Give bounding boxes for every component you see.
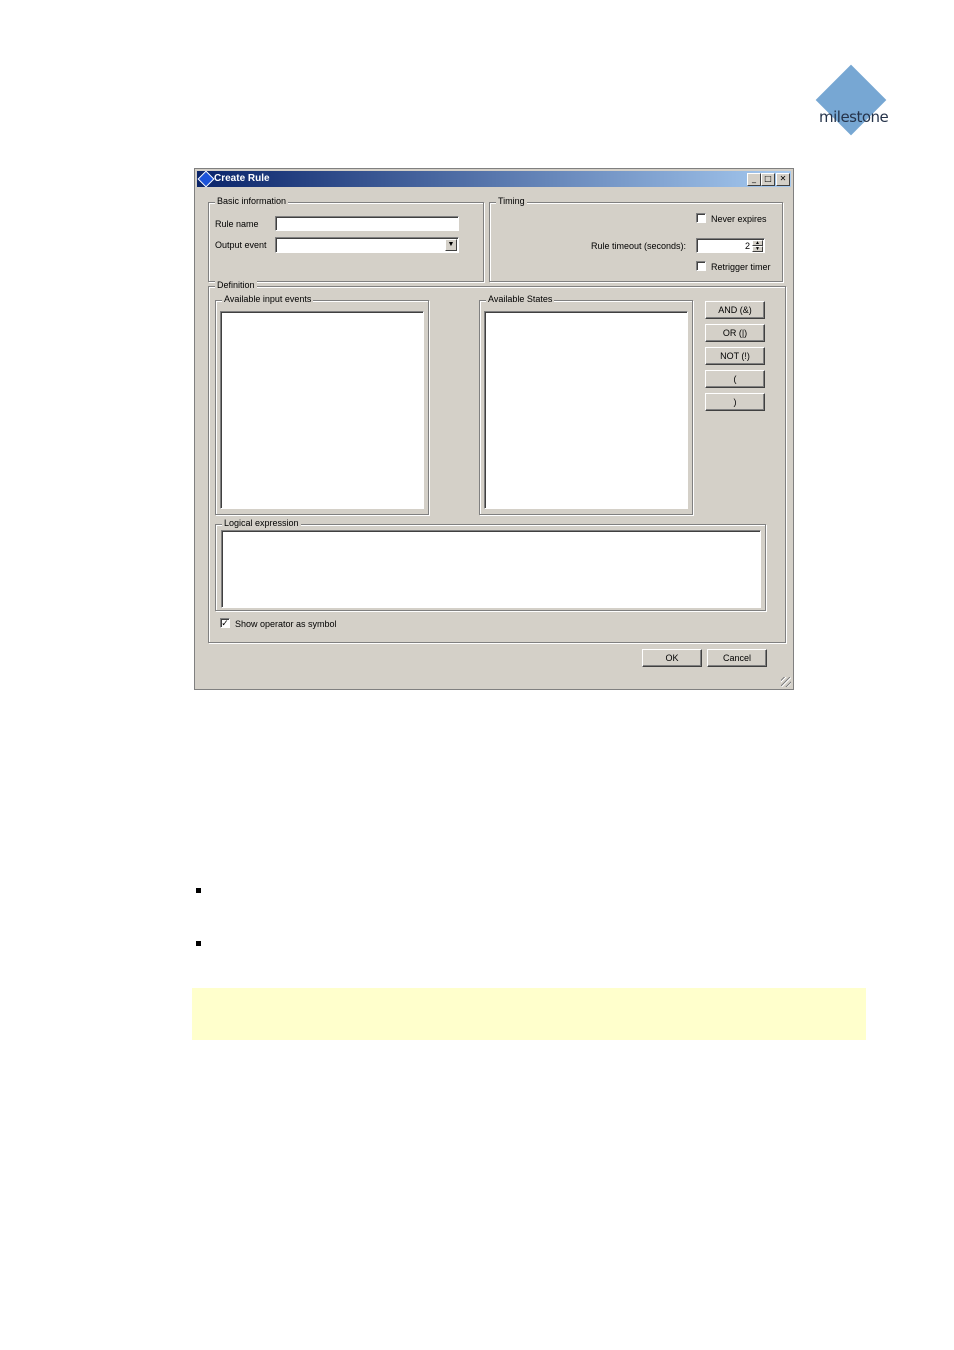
show-operator-checkbox[interactable]: ✓	[220, 618, 230, 628]
rule-timeout-value: 2	[744, 241, 750, 251]
logo-text: milestone	[819, 108, 889, 126]
logical-expression-legend: Logical expression	[222, 518, 301, 528]
logical-expression-box[interactable]	[221, 530, 761, 608]
cancel-button[interactable]: Cancel	[707, 649, 767, 667]
available-states-legend: Available States	[486, 294, 555, 304]
available-states-list[interactable]	[484, 311, 688, 509]
ok-button[interactable]: OK	[642, 649, 702, 667]
basic-information-legend: Basic information	[215, 196, 289, 206]
rule-name-label: Rule name	[215, 219, 259, 229]
output-event-label: Output event	[215, 240, 267, 250]
rule-name-input[interactable]	[275, 216, 459, 231]
output-event-select[interactable]: ▼	[275, 237, 459, 253]
available-input-events-legend: Available input events	[222, 294, 314, 304]
timing-legend: Timing	[496, 196, 527, 206]
or-operator-button[interactable]: OR (|)	[705, 324, 765, 342]
dialog-titlebar[interactable]: Create Rule _ □ ✕	[197, 170, 791, 188]
bullet-marker-2	[196, 941, 201, 946]
rule-timeout-label: Rule timeout (seconds):	[591, 241, 687, 251]
milestone-logo: milestone	[815, 64, 897, 144]
minimize-button[interactable]: _	[747, 173, 761, 186]
chevron-down-icon[interactable]: ▼	[445, 239, 457, 251]
rule-timeout-stepper[interactable]: 2 ▲ ▼	[696, 238, 765, 253]
never-expires-checkbox[interactable]	[696, 213, 706, 223]
dialog-title: Create Rule	[214, 173, 270, 184]
resize-grip-icon[interactable]	[781, 677, 791, 687]
create-rule-dialog: Create Rule _ □ ✕ Basic information Rule…	[194, 168, 794, 690]
never-expires-label: Never expires	[711, 214, 767, 224]
retrigger-timer-checkbox[interactable]	[696, 261, 706, 271]
app-icon	[197, 170, 215, 188]
close-button[interactable]: ✕	[776, 173, 790, 186]
bullet-marker-1	[196, 888, 201, 893]
close-paren-button[interactable]: )	[705, 393, 765, 411]
available-input-events-list[interactable]	[220, 311, 424, 509]
definition-legend: Definition	[215, 280, 257, 290]
spin-down-icon[interactable]: ▼	[752, 246, 763, 252]
not-operator-button[interactable]: NOT (!)	[705, 347, 765, 365]
maximize-button[interactable]: □	[761, 173, 775, 186]
retrigger-timer-label: Retrigger timer	[711, 262, 771, 272]
and-operator-button[interactable]: AND (&)	[705, 301, 765, 319]
show-operator-label: Show operator as symbol	[235, 619, 337, 629]
note-box	[192, 988, 866, 1040]
open-paren-button[interactable]: (	[705, 370, 765, 388]
